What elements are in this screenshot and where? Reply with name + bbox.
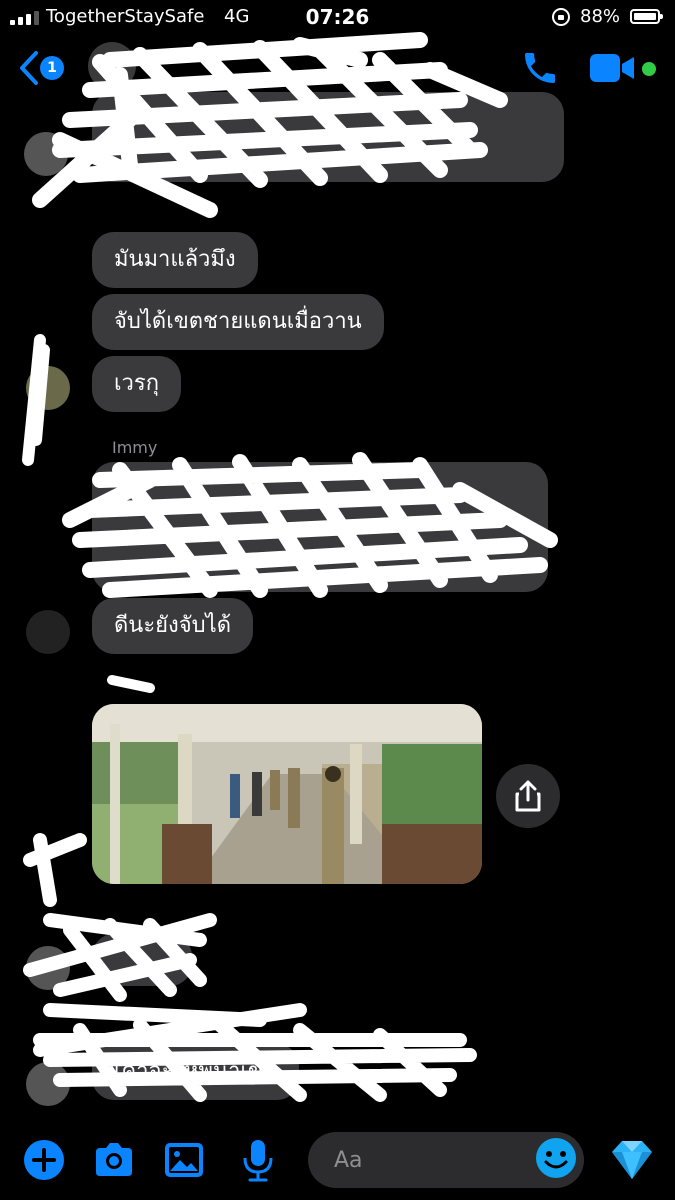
status-time: 07:26	[305, 5, 370, 29]
microphone-icon[interactable]	[234, 1136, 282, 1184]
back-chevron-icon	[20, 51, 38, 85]
phone-icon[interactable]	[520, 48, 560, 88]
composer-bar	[0, 1120, 675, 1200]
message-bubble[interactable]: ดีนะยังจับได้	[92, 598, 253, 654]
battery-icon	[630, 9, 663, 24]
message-bubble[interactable]	[92, 462, 548, 592]
camera-icon[interactable]	[90, 1136, 138, 1184]
diamond-icon[interactable]	[608, 1136, 656, 1184]
walkway-photo	[92, 704, 482, 884]
emoji-icon[interactable]	[532, 1134, 580, 1182]
message-bubble[interactable]	[92, 934, 192, 986]
share-button[interactable]	[496, 764, 560, 828]
avatar	[26, 1062, 70, 1106]
avatar	[26, 946, 70, 990]
message-bubble[interactable]: เค้าจะให้พี่น้ำเขต	[92, 1044, 300, 1100]
avatar	[24, 132, 68, 176]
status-bar: TogetherStaySafe 4G 07:26 88%	[0, 0, 675, 34]
online-status-dot	[642, 62, 656, 76]
message-bubble[interactable]	[92, 92, 564, 182]
unread-badge: 1	[40, 56, 64, 80]
message-bubble[interactable]: เวรกุ	[92, 356, 182, 412]
avatar[interactable]	[88, 42, 136, 90]
plus-icon[interactable]	[20, 1136, 68, 1184]
share-icon	[515, 780, 541, 812]
message-bubble[interactable]: มันมาแล้วมึง	[92, 232, 258, 288]
photo-message[interactable]	[92, 704, 482, 884]
avatar	[26, 610, 70, 654]
video-camera-icon[interactable]	[588, 52, 636, 84]
message-bubble[interactable]: จับได้เขตชายแดนเมื่อวาน	[92, 294, 384, 350]
battery-percentage: 88%	[580, 6, 621, 27]
rotation-lock-icon	[552, 8, 570, 26]
back-button[interactable]: 1	[18, 50, 68, 90]
sender-name: Immy	[112, 438, 158, 457]
gallery-icon[interactable]	[160, 1136, 208, 1184]
avatar	[26, 366, 70, 410]
